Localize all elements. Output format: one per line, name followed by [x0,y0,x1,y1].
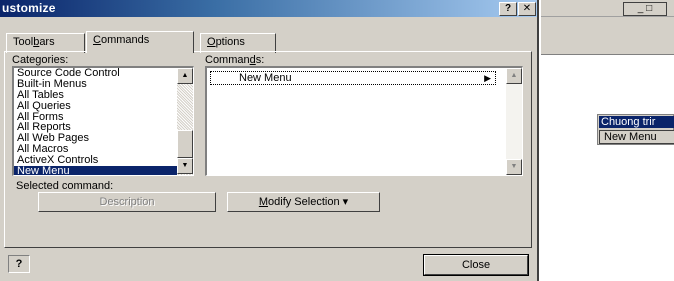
tab-toolbars-label-pre: Tool [13,36,34,48]
close-button[interactable]: Close [423,254,529,276]
modify-selection-key: M [258,196,269,208]
help-title-button[interactable]: ? [499,2,517,16]
scroll-up-arrow-icon[interactable]: ▲ [177,68,193,84]
description-button[interactable]: Description [38,192,216,212]
submenu-arrow-icon: ▶ [484,73,491,83]
customize-dialog: ustomize ? ✕ Toolbars Commands Options C… [0,0,539,281]
scroll-down-arrow-icon[interactable]: ▼ [506,159,522,175]
custom-toolbar-new-menu[interactable]: New Menu [599,130,674,144]
categories-label: Categories: [12,54,68,66]
categories-scrollbar[interactable]: ▲ ▼ [177,68,193,175]
scroll-down-arrow-icon[interactable]: ▼ [177,158,193,174]
close-title-button[interactable]: ✕ [518,2,536,16]
dialog-title: ustomize [2,1,56,15]
scroll-up-arrow-icon[interactable]: ▲ [506,68,522,84]
selected-command-label: Selected command: [16,180,114,192]
commands-label-pre: Comman [205,54,250,66]
scrollbar-thumb[interactable] [177,130,193,158]
title-bar[interactable]: ustomize ? ✕ [0,0,537,17]
tab-options[interactable]: Options [200,33,276,53]
modify-selection-button[interactable]: Modify Selection ▾ [227,192,380,212]
category-item-selected[interactable]: New Menu [14,166,193,175]
commands-scrollbar[interactable]: ▲ ▼ [506,68,522,175]
tab-options-label-post: ptions [215,36,245,48]
tab-commands-label-key: C [93,34,101,46]
categories-list[interactable]: Source Code Control Built-in Menus All T… [12,66,194,176]
category-items: Source Code Control Built-in Menus All T… [14,68,193,175]
background-window-titlebar: _ □ [541,0,674,17]
tab-toolbars-label-post: ars [39,36,55,48]
tab-commands[interactable]: Commands [86,31,194,53]
custom-toolbar-title[interactable]: Chuong trir [599,116,674,128]
custom-toolbar[interactable]: Chuong trir New Menu [597,114,674,145]
background-window-canvas [541,56,674,281]
commands-list[interactable]: New Menu ▶ ▲ ▼ [205,66,523,176]
tab-options-label-key: O [207,36,216,48]
category-item[interactable]: All Queries [14,100,193,112]
commands-label: Commands: [205,54,264,66]
modify-selection-label: odify Selection ▾ [268,196,349,208]
categories-label-pre: Cate [12,54,36,66]
tab-commands-label-post: ommands [100,34,150,46]
tab-toolbars[interactable]: Toolbars [6,33,85,53]
background-window-toolbar-area [541,17,674,55]
help-icon[interactable]: ? [8,255,30,273]
command-item-new-menu[interactable]: New Menu ▶ [210,71,496,85]
categories-label-post: ories: [41,54,69,66]
command-item-label: New Menu [239,72,292,84]
commands-label-post: s: [255,54,265,66]
window-controls-icon[interactable]: _ □ [623,2,667,16]
